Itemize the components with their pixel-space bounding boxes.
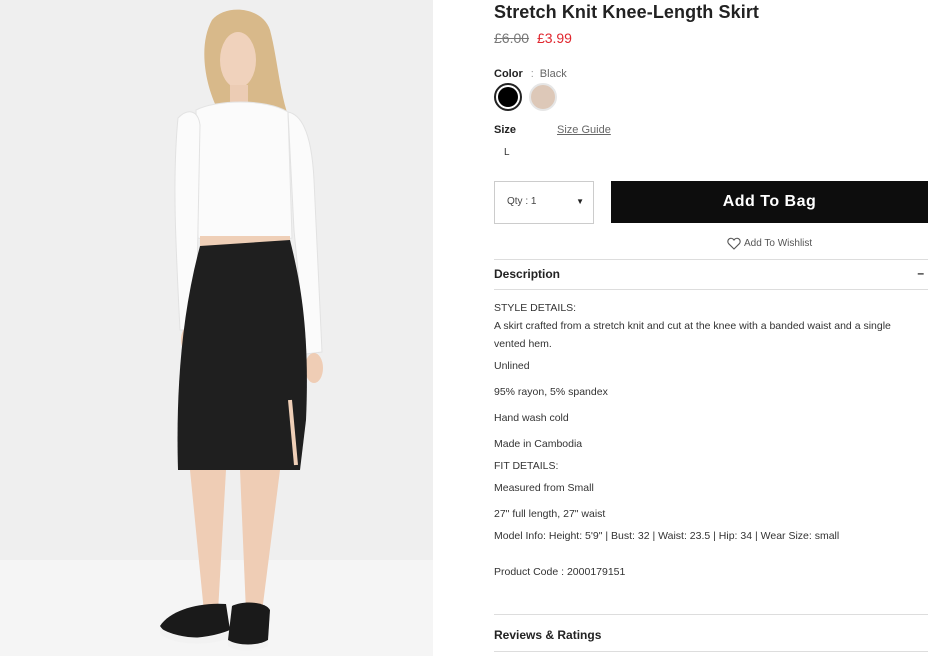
reviews-heading[interactable]: Reviews & Ratings [494, 628, 601, 642]
product-code: Product Code : 2000179151 [494, 566, 626, 578]
size-label: Size [494, 124, 517, 136]
detail-fabric: 95% rayon, 5% spandex [494, 386, 608, 398]
color-swatch-black[interactable] [494, 83, 522, 111]
fit-details-heading: FIT DETAILS: [494, 460, 559, 472]
product-title: Stretch Knit Knee-Length Skirt [494, 2, 760, 22]
size-guide-link[interactable]: Size Guide [557, 124, 611, 136]
divider [494, 289, 928, 290]
detail-lining: Unlined [494, 360, 530, 372]
fit-length: 27" full length, 27" waist [494, 508, 606, 520]
model-info: Model Info: Height: 5'9" | Bust: 32 | Wa… [494, 530, 840, 542]
quantity-select[interactable]: Qty : 1 ▼ [494, 181, 594, 224]
caret-down-icon: ▼ [576, 197, 584, 206]
collapse-icon[interactable]: – [917, 266, 924, 280]
divider [494, 259, 928, 260]
add-to-wishlist-link[interactable]: Add To Wishlist [727, 237, 812, 250]
divider [494, 651, 928, 652]
style-details-heading: STYLE DETAILS: [494, 302, 577, 314]
price: £6.00 £3.99 [494, 30, 572, 46]
fit-measured: Measured from Small [494, 482, 594, 494]
divider [494, 614, 928, 615]
color-swatch-nude[interactable] [529, 83, 557, 111]
quantity-value: Qty : 1 [507, 196, 537, 207]
size-option-l[interactable]: L [504, 147, 510, 158]
model-photo [0, 0, 433, 656]
color-separator: : [530, 68, 534, 80]
product-details: Stretch Knit Knee-Length Skirt £6.00 £3.… [494, 0, 928, 656]
add-to-bag-button[interactable]: Add To Bag [611, 181, 928, 223]
original-price: £6.00 [494, 30, 530, 46]
heart-icon [727, 237, 741, 250]
color-label: Color [494, 68, 523, 80]
sale-price: £3.99 [536, 30, 572, 46]
wishlist-label: Add To Wishlist [744, 238, 813, 249]
detail-origin: Made in Cambodia [494, 438, 583, 450]
size-label-row: Size [494, 124, 516, 136]
description-summary: A skirt crafted from a stretch knit and … [494, 320, 891, 350]
product-image[interactable] [0, 0, 433, 656]
description-heading[interactable]: Description [494, 267, 928, 281]
detail-care: Hand wash cold [494, 412, 569, 424]
color-selector-label: Color: Black [494, 68, 567, 80]
selected-color: Black [539, 68, 567, 80]
